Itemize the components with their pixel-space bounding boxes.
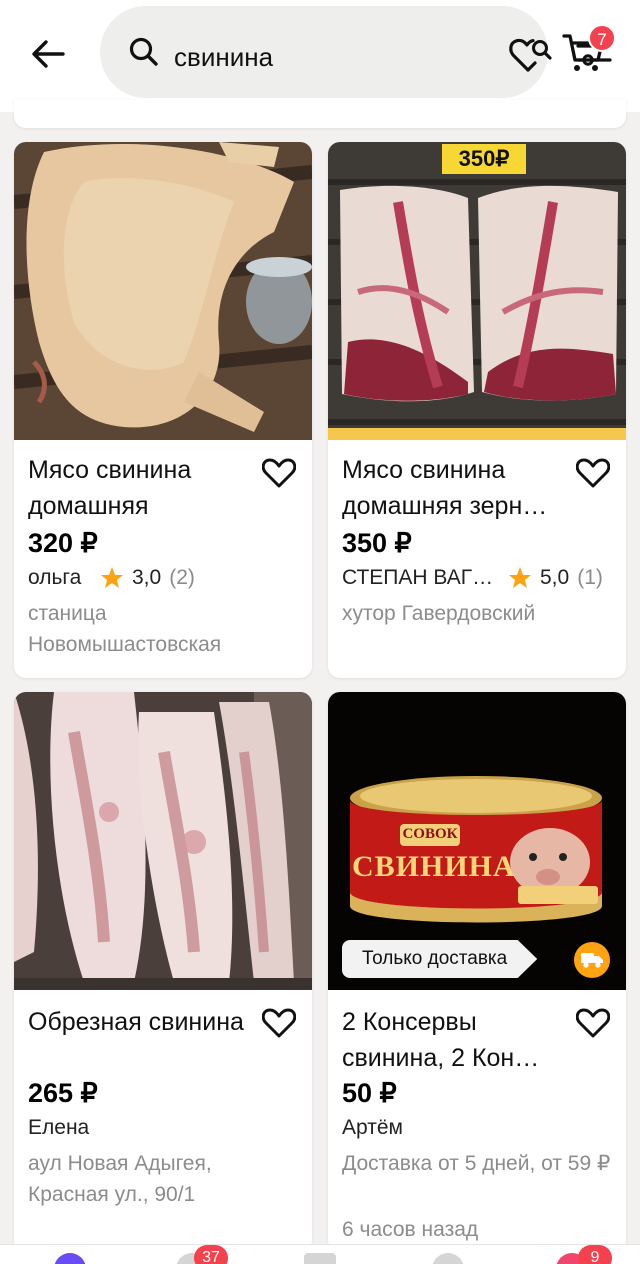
delivery-badge xyxy=(574,942,610,978)
heart-icon[interactable] xyxy=(576,1008,610,1038)
listing-photo-pork-carcass[interactable] xyxy=(14,142,312,440)
listing-price: 350 ₽ xyxy=(342,528,412,558)
nav-post-icon[interactable] xyxy=(304,1253,336,1264)
cart-badge: 7 xyxy=(588,24,616,52)
listing-title[interactable]: Мясо свинина домашняя зерн… xyxy=(342,452,568,524)
seller-name: Артём xyxy=(342,1116,403,1139)
back-button[interactable] xyxy=(22,28,74,80)
listing-time: 6 часов назад xyxy=(342,1218,479,1241)
seller-name: ольга xyxy=(28,566,82,589)
listing-location: станица Новомышастовская xyxy=(28,602,222,656)
listing-photo-hanging-carcasses[interactable] xyxy=(14,692,312,990)
listing-price: 50 ₽ xyxy=(342,1078,397,1108)
listing-price: 320 ₽ xyxy=(28,528,98,558)
listing-card[interactable]: Мясо свинина домашняя 320 ₽ ольга 3,0 (2… xyxy=(14,142,312,678)
listing-photo-pork-halves[interactable]: 350₽ xyxy=(328,142,626,440)
listing-delivery-info: Доставка от 5 дней, от 59 ₽ xyxy=(342,1152,611,1175)
heart-icon[interactable] xyxy=(262,458,296,488)
listing-title[interactable]: Обрезная свинина xyxy=(28,1004,254,1040)
photo-brand-text: СОВОК xyxy=(402,826,458,842)
listing-card[interactable]: СОВОК СВИНИНА Только доставка 2 Консервы… xyxy=(328,692,626,1252)
photo-product-text: СВИНИНА xyxy=(352,850,516,883)
truck-icon xyxy=(581,953,603,968)
delivery-only-tag: Только доставка xyxy=(342,940,538,978)
listing-title[interactable]: 2 Консервы свинина, 2 Кон… xyxy=(342,1004,568,1076)
top-bar: свинина 7 xyxy=(0,0,640,112)
search-icon xyxy=(129,37,158,66)
review-count: (2) xyxy=(169,566,195,589)
heart-icon[interactable] xyxy=(262,1008,296,1038)
review-count: (1) xyxy=(577,566,603,589)
search-query[interactable]: свинина xyxy=(174,42,273,72)
seller-name: Елена xyxy=(28,1116,90,1139)
listing-location: аул Новая Адыгея, Красная ул., 90/1 xyxy=(28,1152,212,1206)
previous-card-edge xyxy=(14,100,626,128)
seller-name: СТЕПАН ВАГ… xyxy=(342,566,494,589)
bottom-navigation: 37 9 xyxy=(0,1244,640,1264)
listing-title[interactable]: Мясо свинина домашняя xyxy=(28,452,254,524)
listing-photo-canned-pork[interactable]: СОВОК СВИНИНА Только доставка xyxy=(328,692,626,990)
listing-location: хутор Гавердовский xyxy=(342,602,536,625)
arrow-left-icon xyxy=(32,40,65,68)
star-icon xyxy=(509,567,531,588)
nav-messages-icon[interactable] xyxy=(432,1253,464,1264)
rating-value: 5,0 xyxy=(540,566,570,589)
listing-price: 265 ₽ xyxy=(28,1078,98,1108)
seller-rating: 5,0 (1) xyxy=(508,566,603,590)
profile-badge: 9 xyxy=(578,1245,612,1264)
messages-badge: 37 xyxy=(194,1245,228,1264)
listing-card[interactable]: Обрезная свинина 265 ₽ Елена аул Новая А… xyxy=(14,692,312,1252)
rating-value: 3,0 xyxy=(132,566,162,589)
star-icon xyxy=(101,567,123,588)
seller-rating: 3,0 (2) xyxy=(100,566,195,590)
saved-search-icon[interactable] xyxy=(508,36,554,74)
nav-search-icon[interactable] xyxy=(54,1253,86,1264)
photo-price-label: 350₽ xyxy=(458,146,510,171)
listing-card[interactable]: 350₽ Мясо свинина домашняя зерн… 350 ₽ С… xyxy=(328,142,626,678)
heart-icon[interactable] xyxy=(576,458,610,488)
search-field[interactable]: свинина xyxy=(100,6,612,98)
